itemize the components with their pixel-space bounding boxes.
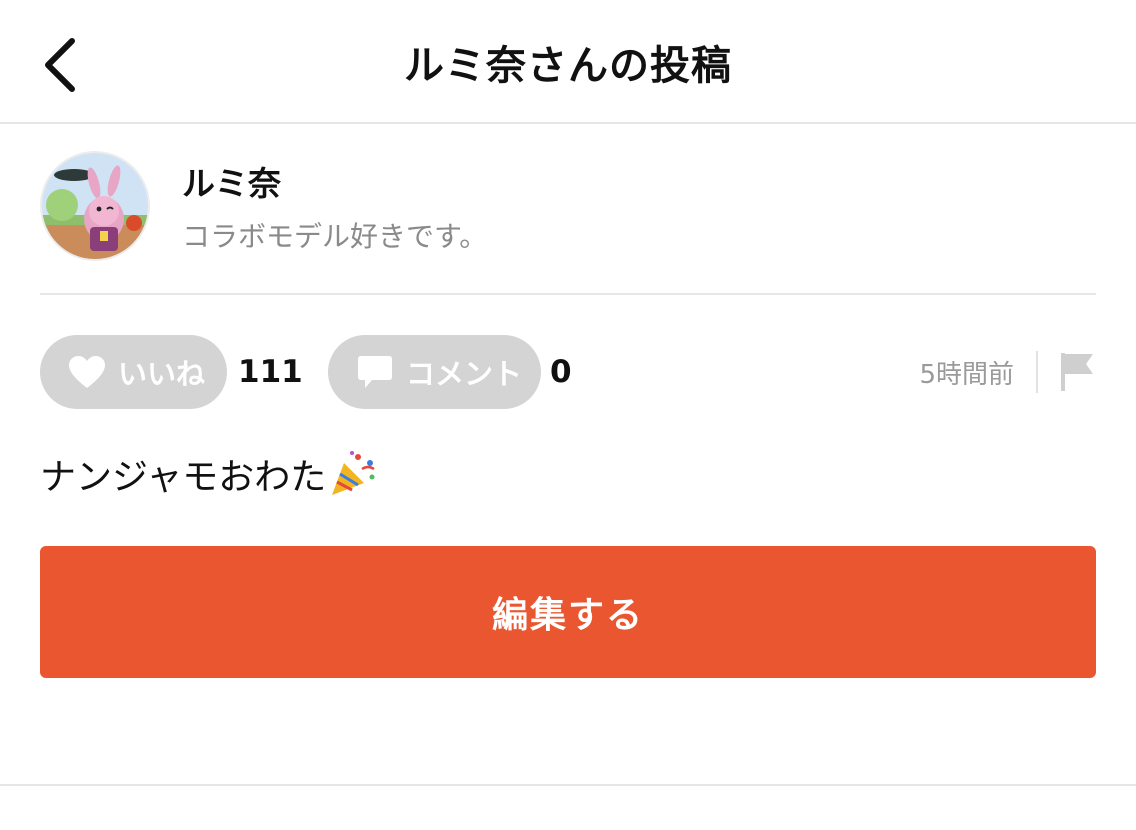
username[interactable]: ルミ奈 (182, 157, 487, 205)
divider (40, 293, 1096, 295)
author-profile[interactable]: ルミ奈 コラボモデル好きです。 (40, 150, 1096, 262)
edit-button[interactable]: 編集する (40, 546, 1096, 678)
avatar[interactable] (40, 151, 150, 261)
top-bar: ルミ奈さんの投稿 (0, 0, 1136, 124)
back-button[interactable] (30, 30, 90, 100)
user-bio: コラボモデル好きです。 (182, 220, 488, 253)
like-button[interactable]: いいね (40, 335, 227, 409)
party-popper-icon (332, 451, 375, 495)
comment-button[interactable]: コメント (328, 335, 541, 409)
post-text: ナンジャモおわた (40, 457, 327, 498)
report-button[interactable] (1058, 351, 1096, 393)
avatar-illustration (42, 153, 148, 259)
heart-icon (69, 356, 105, 388)
comment-count: 0 (550, 354, 572, 390)
vertical-divider (1036, 351, 1038, 393)
flag-icon (1061, 353, 1093, 391)
bottom-divider (0, 784, 1136, 786)
like-label: いいね (118, 357, 206, 391)
chevron-left-icon (45, 38, 75, 92)
post-timestamp: 5時間前 (919, 359, 1014, 390)
page-title: ルミ奈さんの投稿 (404, 43, 732, 89)
speech-bubble-icon (358, 356, 392, 388)
comment-label: コメント (406, 357, 523, 391)
like-count: 111 (238, 354, 303, 390)
post-content: ナンジャモおわた (40, 448, 378, 500)
post-actions: いいね 111 コメント 0 5時間前 (40, 335, 1096, 409)
